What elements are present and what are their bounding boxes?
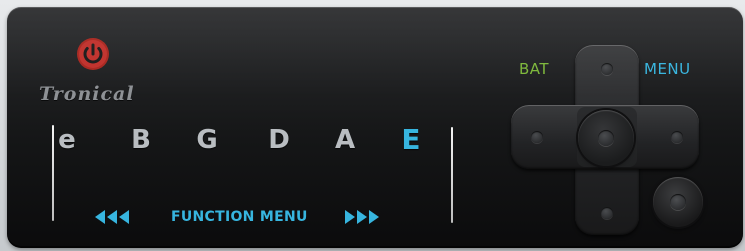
dpad-center-button[interactable] [578,110,634,166]
button-dot [601,207,613,219]
string-g[interactable]: G [187,123,227,157]
left-arrow-icon [119,210,129,224]
left-arrow-icon [107,210,117,224]
display-divider-right [451,127,453,223]
function-menu-label: FUNCTION MENU [171,209,308,225]
power-icon [77,38,109,70]
string-e-low[interactable]: E [391,123,431,157]
brand-name: Tronical [39,83,135,105]
dpad-down-button[interactable] [585,191,629,235]
right-arrow-icon [369,210,379,224]
triple-right-arrow-icon[interactable] [345,205,379,229]
button-dot [670,194,686,210]
tuner-device: Tronical e B G D A E FUNCTION MENU BAT M… [7,7,743,248]
battery-label: BAT [519,60,550,78]
right-arrow-icon [357,210,367,224]
left-arrow-icon [95,210,105,224]
function-round-button[interactable] [653,177,703,227]
string-e-high[interactable]: e [47,123,87,157]
button-dot [671,131,683,143]
button-dot [601,63,613,75]
triple-left-arrow-icon[interactable] [95,205,129,229]
right-arrow-icon [345,210,355,224]
button-dot [598,130,614,146]
button-dot [531,131,543,143]
dpad-left-button[interactable] [515,115,559,159]
string-a[interactable]: A [325,123,365,157]
dpad-right-button[interactable] [655,115,699,159]
page-background: Tronical e B G D A E FUNCTION MENU BAT M… [0,0,745,251]
string-b[interactable]: B [121,123,161,157]
menu-label: MENU [644,60,691,78]
string-d[interactable]: D [259,123,299,157]
dpad-up-button[interactable] [585,47,629,91]
